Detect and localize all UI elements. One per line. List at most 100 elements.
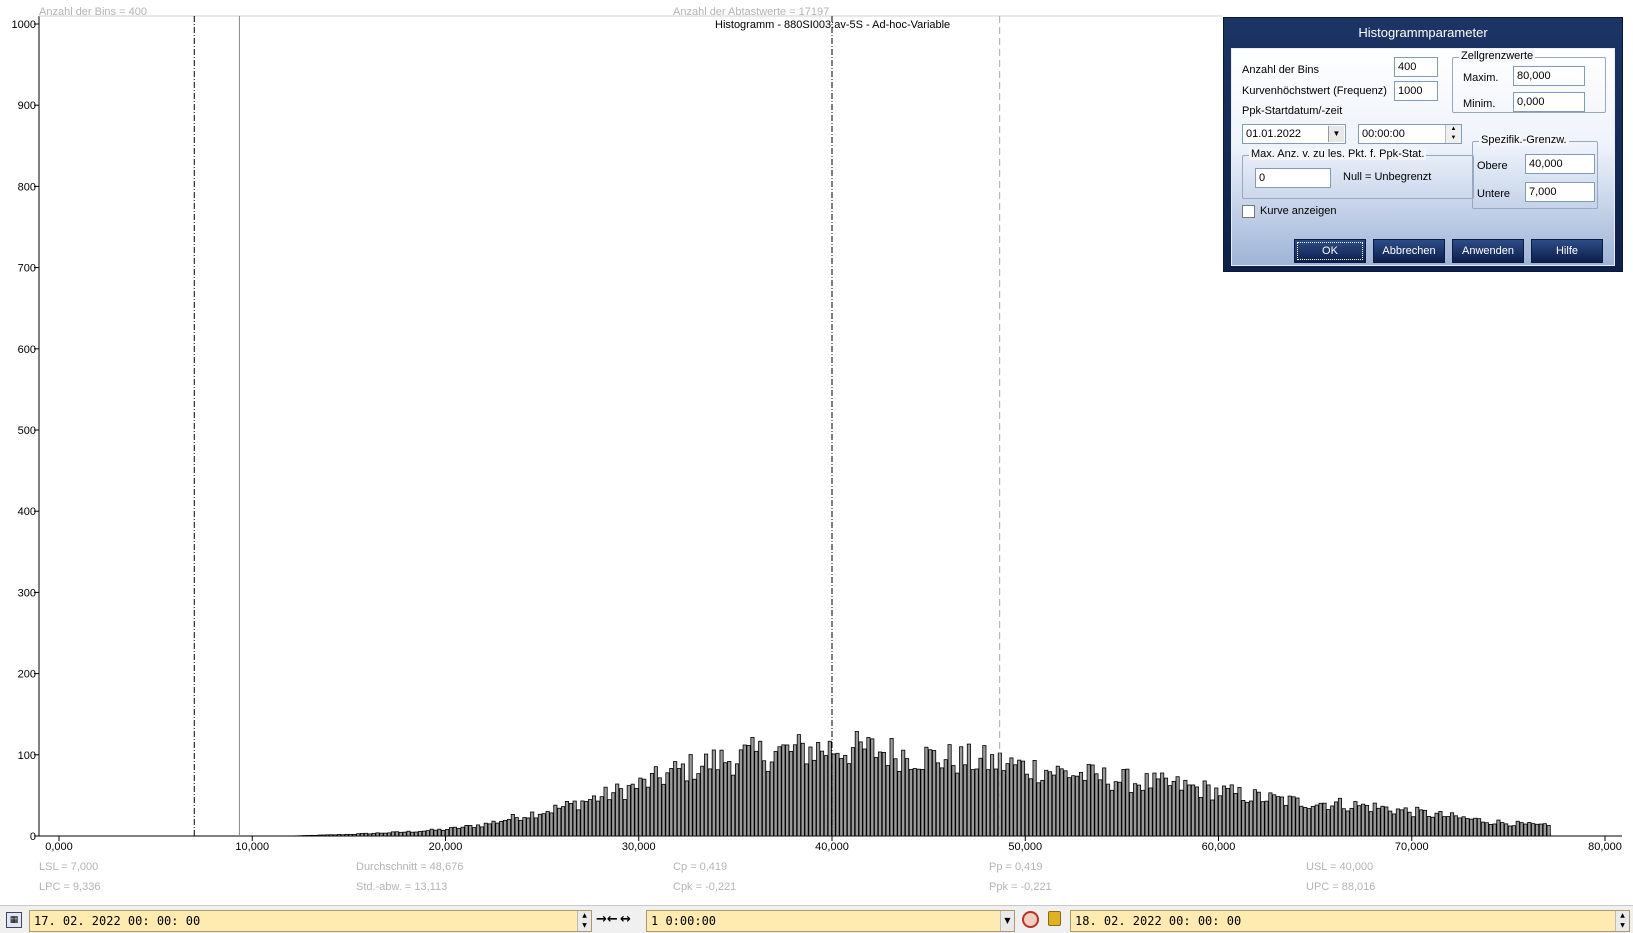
histogram-bar — [333, 834, 338, 837]
histogram-bar — [1221, 785, 1227, 837]
histogram-bar — [402, 831, 407, 837]
upper-input[interactable]: 40,000 — [1525, 154, 1595, 174]
duration-dropdown-icon[interactable]: ▼ — [1000, 911, 1014, 931]
max-input[interactable]: 80,000 — [1513, 66, 1585, 86]
show-curve-checkbox[interactable] — [1242, 205, 1255, 218]
histogram-bar — [1384, 806, 1389, 837]
histogram-bar — [1210, 799, 1215, 837]
min-input[interactable]: 0,000 — [1513, 92, 1585, 112]
histogram-bar — [1500, 822, 1505, 837]
histogram-bar — [626, 785, 631, 837]
x-tick-label: 80,000 — [1588, 841, 1622, 853]
histogram-bar — [1399, 809, 1404, 837]
histogram-bar — [483, 822, 488, 837]
histogram-bar — [599, 796, 604, 837]
cancel-button[interactable]: Abbrechen — [1373, 239, 1445, 263]
ppk-start-time-input[interactable]: 00:00:00 ▲ ▼ — [1358, 124, 1462, 144]
histogram-bar — [1051, 774, 1056, 837]
histogram-bar — [588, 799, 593, 837]
start-time-spinner-icon[interactable]: ▲ ▼ — [577, 911, 591, 931]
start-time-input[interactable]: 17. 02. 2022 00: 00: 00 ▲ ▼ — [29, 910, 592, 932]
cp-stat: Cp = 0,419 — [673, 861, 727, 873]
apply-button[interactable]: Anwenden — [1452, 239, 1524, 263]
histogram-bar — [1241, 800, 1246, 837]
histogram-bar — [1422, 809, 1428, 837]
histogram-bar — [1306, 808, 1312, 837]
histogram-bar — [1129, 792, 1134, 837]
histogram-bar — [487, 823, 492, 837]
histogram-bar — [541, 813, 546, 837]
histogram-bar — [622, 799, 627, 837]
histogram-bar — [680, 763, 685, 837]
histogram-bar — [1260, 801, 1265, 837]
max-points-input[interactable]: 0 — [1255, 168, 1331, 188]
calendar-icon[interactable]: ▦ — [6, 912, 22, 928]
y-axis-ticks: 0 100 200 300 400 500 600 700 800 900 1000 — [12, 19, 39, 843]
histogram-bar — [897, 771, 902, 837]
histogram-bar — [646, 786, 651, 837]
time-spinner-icon[interactable]: ▲ ▼ — [1445, 125, 1461, 143]
histogram-bar — [340, 834, 345, 837]
histogram-bar — [1063, 770, 1068, 837]
ppk-start-time-value: 00:00:00 — [1362, 128, 1405, 140]
ok-button[interactable]: OK — [1294, 239, 1366, 263]
histogram-bar — [1055, 765, 1060, 837]
histogram-bar — [425, 830, 430, 837]
histogram-bar — [437, 828, 442, 837]
expand-arrows-icon[interactable]: ↔ — [620, 912, 631, 927]
bins-input[interactable]: 400 — [1394, 57, 1438, 77]
histogram-bar — [1326, 809, 1331, 837]
histogram-bar — [1457, 817, 1462, 837]
histogram-bar — [792, 744, 798, 837]
histogram-bars — [290, 731, 1551, 837]
histogram-bar — [1392, 813, 1397, 837]
histogram-bar — [684, 780, 689, 837]
histogram-bar — [642, 778, 647, 837]
end-time-input[interactable]: 18. 02. 2022 00: 00: 00 ▲ ▼ — [1070, 910, 1630, 932]
y-tick-label: 400 — [18, 506, 36, 518]
clock-icon[interactable] — [1022, 911, 1039, 928]
histogram-bar — [1187, 784, 1192, 837]
histogram-bar — [1337, 797, 1342, 837]
histogram-bar — [974, 768, 979, 837]
ppk-start-date-dropdown[interactable]: 01.01.2022 ▼ — [1242, 124, 1346, 144]
histogram-bar — [1318, 802, 1323, 837]
histogram-bar — [545, 810, 550, 837]
histogram-bar — [564, 801, 569, 837]
curve-max-input[interactable]: 1000 — [1394, 81, 1438, 101]
histogram-bar — [928, 749, 933, 837]
duration-input[interactable]: 1 0:00:00 ▼ — [646, 910, 1015, 932]
shrink-arrows-icon[interactable]: →← — [596, 912, 618, 927]
mean-stat: Durchschnitt = 48,676 — [356, 861, 463, 873]
cell-limits-group: Zellgrenzwerte Maxim. 80,000 Minim. 0,00… — [1452, 50, 1606, 113]
histogram-window: 0 100 200 300 400 500 600 700 800 900 1000 0,000 10… — [0, 0, 1633, 933]
lower-input[interactable]: 7,000 — [1525, 182, 1595, 202]
ppk-start-date-value: 01.01.2022 — [1246, 128, 1302, 140]
histogram-bar — [533, 817, 539, 837]
lpc-stat: LPC = 9,336 — [39, 881, 100, 893]
chevron-down-icon[interactable]: ▼ — [1328, 126, 1344, 142]
histogram-bar — [734, 763, 740, 837]
histogram-bar — [1488, 824, 1493, 837]
help-button[interactable]: Hilfe — [1531, 239, 1603, 263]
histogram-bar — [762, 760, 767, 837]
lock-icon[interactable] — [1048, 911, 1061, 926]
histogram-bar — [1287, 795, 1292, 837]
histogram-bar — [1480, 821, 1485, 837]
histogram-bar — [758, 740, 763, 837]
histogram-bar — [1067, 777, 1072, 837]
histogram-bar — [1542, 823, 1547, 837]
x-axis-ticks: 0,000 10,000 20,000 30,000 40,000 50,000 60,00… — [45, 836, 1622, 853]
end-time-spinner-icon[interactable]: ▲ ▼ — [1615, 911, 1629, 931]
histogram-bar — [920, 769, 925, 837]
histogram-bar — [700, 765, 705, 837]
histogram-bar — [305, 835, 311, 837]
histogram-bar — [688, 754, 693, 837]
histogram-bar — [348, 834, 353, 837]
histogram-bar — [360, 833, 365, 837]
histogram-bar — [963, 764, 968, 837]
usl-stat: USL = 40,000 — [1306, 861, 1373, 873]
histogram-bar — [1071, 775, 1076, 837]
histogram-bar — [1009, 757, 1014, 837]
histogram-bar — [908, 768, 913, 837]
